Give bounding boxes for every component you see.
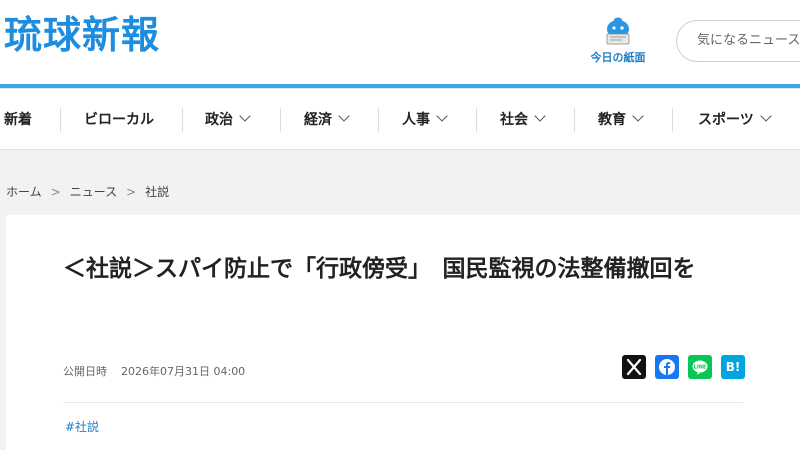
nav-divider [574, 108, 575, 132]
nav-item-label: 新着 [4, 112, 32, 128]
nav-item-economy[interactable]: 経済 [304, 89, 350, 151]
nav-item-new[interactable]: 新着 [4, 89, 32, 151]
chevron-down-icon [338, 110, 350, 122]
nav-divider [476, 108, 477, 132]
article-title: ＜社説＞スパイ防止で「行政傍受」 国民監視の法整備撤回を [63, 256, 696, 282]
chevron-down-icon [534, 110, 546, 122]
chevron-down-icon [436, 110, 448, 122]
share-hatena-button[interactable]: B! [721, 355, 745, 379]
chevron-down-icon [239, 110, 251, 122]
share-line-button[interactable]: LINE [688, 355, 712, 379]
article-divider [63, 402, 743, 403]
article-card: ＜社説＞スパイ防止で「行政傍受」 国民監視の法整備撤回を 公開日時 2026年07… [6, 215, 800, 450]
nav-item-sports[interactable]: スポーツ [698, 89, 772, 151]
nav-item-label: 政治 [205, 112, 233, 128]
chevron-down-icon [760, 110, 772, 122]
breadcrumb: ホーム > ニュース > 社説 [6, 183, 169, 200]
todays-paper-label: 今日の紙面 [590, 51, 646, 64]
site-logo[interactable]: 琉球新報 [4, 12, 160, 58]
nav-item-personnel[interactable]: 人事 [402, 89, 448, 151]
share-facebook-button[interactable] [655, 355, 679, 379]
search-input[interactable]: 気になるニュースを検索 [676, 20, 800, 62]
nav-item-label: スポーツ [698, 112, 754, 128]
nav-divider [280, 108, 281, 132]
nav-item-label: 人事 [402, 112, 430, 128]
nav-item-politics[interactable]: 政治 [205, 89, 251, 151]
chevron-right-icon: > [126, 185, 137, 199]
share-x-button[interactable] [622, 355, 646, 379]
chevron-right-icon: > [50, 185, 61, 199]
nav-item-label: ビローカル [84, 112, 154, 128]
nav-divider [672, 108, 673, 132]
tag-editorial[interactable]: #社説 [65, 418, 99, 435]
chevron-down-icon [632, 110, 644, 122]
nav-divider [182, 108, 183, 132]
nav-item-label: 社会 [500, 112, 528, 128]
breadcrumb-editorial[interactable]: 社説 [145, 185, 169, 199]
published-label: 公開日時 [63, 365, 107, 378]
nav-item-label: 教育 [598, 112, 626, 128]
x-icon [626, 358, 642, 376]
nav-item-label: 経済 [304, 112, 332, 128]
nav-item-education[interactable]: 教育 [598, 89, 644, 151]
todays-paper-link[interactable]: 今日の紙面 [582, 16, 654, 68]
nav-divider [378, 108, 379, 132]
nav-item-society[interactable]: 社会 [500, 89, 546, 151]
article-meta: 公開日時 2026年07月31日 04:00 [63, 363, 245, 379]
nav-divider [60, 108, 61, 132]
nav-item-local[interactable]: ビローカル [84, 89, 154, 151]
line-icon: LINE [692, 360, 708, 375]
published-date: 2026年07月31日 04:00 [121, 365, 246, 378]
breadcrumb-news[interactable]: ニュース [70, 185, 117, 199]
facebook-icon [659, 359, 675, 375]
svg-text:LINE: LINE [694, 365, 707, 371]
breadcrumb-home[interactable]: ホーム [6, 185, 42, 199]
mascot-paper-icon [606, 17, 630, 45]
site-header: 琉球新報 今日の紙面 気になるニュースを検索 [0, 0, 800, 88]
main-nav: 新着 ビローカル 政治 経済 人事 社会 教育 スポーツ [0, 88, 800, 150]
